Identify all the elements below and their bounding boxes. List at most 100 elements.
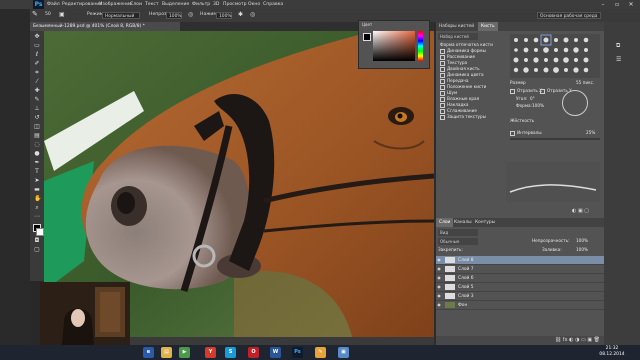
zoom-tool-icon[interactable]: ⌕ (34, 205, 40, 211)
brush-option[interactable]: Защита текстуры (440, 114, 486, 120)
minimize-icon[interactable]: – (596, 0, 610, 9)
brush-panel-toggle-icon[interactable]: ▣ (59, 11, 65, 18)
flip-x-checkbox[interactable]: Отразить X (510, 88, 542, 94)
layer-row[interactable]: ◉ Слой 7 (436, 265, 604, 274)
lasso-tool-icon[interactable]: ℓ (34, 52, 40, 58)
paint-icon[interactable]: ✎ (315, 347, 326, 358)
menu-filter[interactable]: Фильтр (192, 0, 210, 9)
workspace-select[interactable]: Основная рабочая среда (537, 12, 601, 19)
blend-mode-select[interactable]: Обычные (438, 238, 478, 245)
shape-tool-icon[interactable]: ▬ (34, 187, 40, 193)
visibility-eye-icon[interactable]: ◉ (436, 292, 442, 300)
menu-window[interactable]: Окно (248, 0, 260, 9)
visibility-eye-icon[interactable]: ◉ (436, 301, 442, 309)
ie-icon[interactable]: e (143, 347, 154, 358)
color-picker-field[interactable] (373, 31, 415, 61)
skype-icon[interactable]: S (225, 347, 236, 358)
opacity-input[interactable]: 100% (166, 12, 182, 19)
layer-fill-value[interactable]: 100% (576, 247, 588, 253)
brush-size-value[interactable]: 55 пикс. (576, 80, 594, 86)
layer-opacity-value[interactable]: 100% (576, 238, 588, 244)
menu-help[interactable]: Справка (263, 0, 283, 9)
close-icon[interactable]: ✕ (624, 0, 638, 9)
path-select-tool-icon[interactable]: ➤ (34, 178, 40, 184)
lock-label: Закрепить: (438, 247, 463, 252)
visibility-eye-icon[interactable]: ◉ (436, 274, 442, 282)
crop-tool-icon[interactable]: ⌗ (34, 70, 40, 76)
hue-slider[interactable] (418, 31, 423, 61)
tab-brush-presets[interactable]: Наборы кистей (436, 22, 477, 31)
brush-tip-grid[interactable] (510, 34, 600, 78)
pen-tool-icon[interactable]: ✒ (34, 160, 40, 166)
eraser-tool-icon[interactable]: ◫ (34, 124, 40, 130)
type-tool-icon[interactable]: T (34, 169, 40, 175)
maximize-icon[interactable]: ▫ (610, 0, 624, 9)
menu-3d[interactable]: 3D (213, 0, 219, 9)
eyedropper-tool-icon[interactable]: ⁄ (34, 79, 40, 85)
opera-icon[interactable]: O (248, 347, 259, 358)
brush-presets-button[interactable]: Набор кистей (438, 33, 478, 40)
hand-tool-icon[interactable]: ✋ (34, 196, 41, 202)
clone-stamp-tool-icon[interactable]: ⊥ (34, 106, 40, 112)
screen-mode-icon[interactable]: ▢ (34, 247, 40, 253)
layers-footer-icons[interactable]: ⛓ fx ◐ ◑ ▭ ▣ 🗑 (436, 336, 604, 345)
properties-panel-icon[interactable]: ☰ (616, 56, 621, 63)
more-tools-icon[interactable]: ⋯ (34, 214, 40, 220)
mode-select[interactable]: Нормальный (102, 12, 140, 19)
brush-panel-footer-icons[interactable]: ◐ ▣ ▢ (572, 208, 589, 214)
brush-size-value[interactable]: 50 (45, 12, 51, 17)
quick-mask-icon[interactable]: ◘ (34, 238, 40, 244)
airbrush-icon[interactable]: ✱ (238, 11, 243, 18)
history-brush-tool-icon[interactable]: ↺ (34, 115, 40, 121)
menu-file[interactable]: Файл (47, 0, 60, 9)
background-color-swatch[interactable] (36, 228, 44, 236)
gradient-tool-icon[interactable]: ▤ (34, 133, 40, 139)
pressure-size-icon[interactable]: ◎ (250, 11, 255, 18)
photoshop-icon[interactable]: Ps (292, 347, 303, 358)
brush-spacing-checkbox[interactable]: Интервалы (510, 130, 542, 136)
visibility-eye-icon[interactable]: ◉ (436, 265, 442, 273)
quick-select-tool-icon[interactable]: ✐ (34, 61, 40, 67)
blur-tool-icon[interactable]: ◌ (34, 142, 40, 148)
brush-tool-icon[interactable]: ✎ (34, 97, 40, 103)
color-fg-swatch[interactable] (363, 33, 371, 41)
pressure-input[interactable]: 100% (216, 12, 232, 19)
brush-tool-icon[interactable]: ✎ (32, 10, 41, 19)
image-icon[interactable]: ▣ (338, 347, 349, 358)
move-tool-icon[interactable]: ✥ (34, 34, 40, 40)
folder-icon[interactable]: ▤ (161, 347, 172, 358)
clock-time[interactable]: 21:32 (592, 346, 632, 351)
pressure-opacity-icon[interactable]: ◎ (188, 11, 193, 18)
media-icon[interactable]: ▶ (179, 347, 190, 358)
brush-roundness-value[interactable]: 100% (532, 103, 544, 109)
brush-angle-widget[interactable] (562, 90, 588, 116)
visibility-eye-icon[interactable]: ◉ (436, 256, 442, 264)
webcam-overlay (40, 282, 130, 345)
dodge-tool-icon[interactable]: ● (34, 151, 40, 157)
layer-row[interactable]: ◉ Слой 6 (436, 274, 604, 283)
visibility-eye-icon[interactable]: ◉ (436, 283, 442, 291)
layer-filter-select[interactable]: Вид (438, 229, 478, 236)
document-tab[interactable]: Безымянный-1289.psd @ 401% (Слой 8, RGB/… (30, 22, 180, 31)
menu-layers[interactable]: Слои (130, 0, 142, 9)
marquee-tool-icon[interactable]: ▭ (34, 43, 40, 49)
menu-type[interactable]: Текст (145, 0, 159, 9)
layer-row[interactable]: ◉ Слой 8 (436, 256, 604, 265)
brush-angle-value[interactable]: 0° (530, 96, 535, 102)
tab-brush[interactable]: Кисть (478, 22, 498, 31)
clock-date[interactable]: 08.12.2014 (592, 352, 632, 357)
history-panel-icon[interactable]: ⧉ (616, 42, 620, 50)
word-icon[interactable]: W (270, 347, 281, 358)
menu-view[interactable]: Просмотр (223, 0, 247, 9)
menu-select[interactable]: Выделение (162, 0, 189, 9)
layer-row[interactable]: ◉ Слой 5 (436, 283, 604, 292)
brush-spacing-slider[interactable] (510, 138, 600, 140)
healing-tool-icon[interactable]: ✚ (34, 88, 40, 94)
menu-edit[interactable]: Редактирование (62, 0, 102, 9)
layer-row[interactable]: ◉ Фон (436, 301, 604, 310)
menu-image[interactable]: Изображение (99, 0, 132, 9)
tab-paths[interactable]: Контуры (472, 218, 498, 227)
layer-row[interactable]: ◉ Слой 3 (436, 292, 604, 301)
brush-spacing-value[interactable]: 25% (586, 130, 595, 136)
yandex-icon[interactable]: Y (205, 347, 216, 358)
